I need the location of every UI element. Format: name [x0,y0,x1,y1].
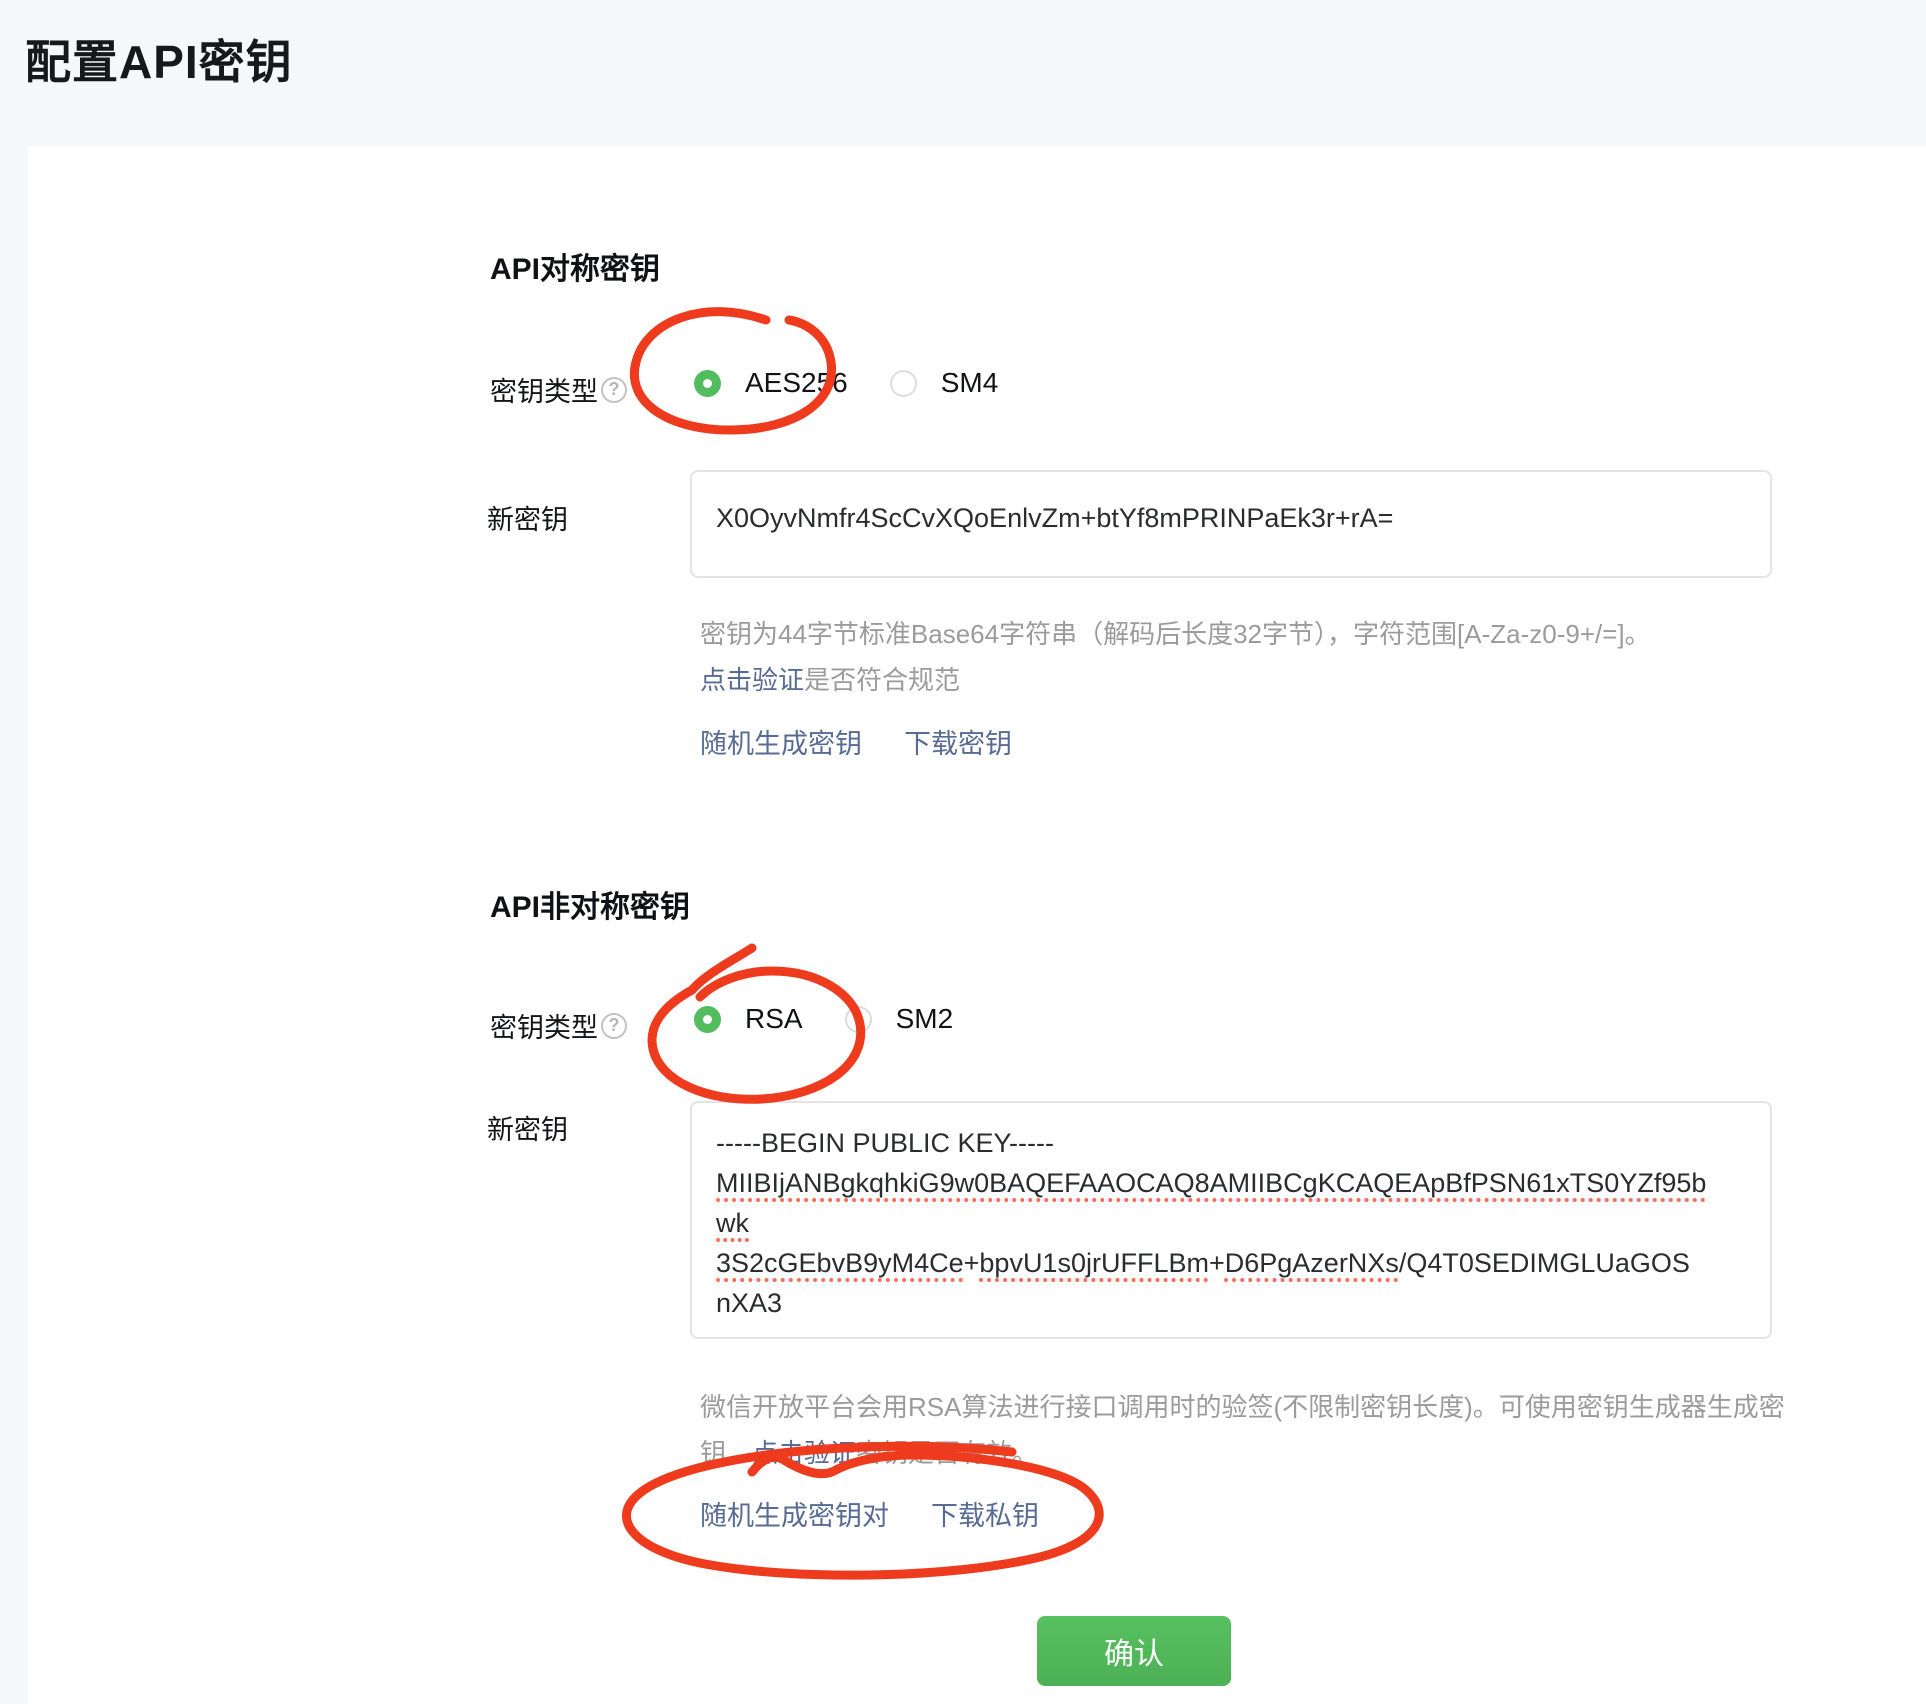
help-icon[interactable]: ? [601,377,627,403]
verify-key-link[interactable]: 点击验证 [752,1438,856,1468]
radio-unselected-icon [890,370,917,397]
asymmetric-key-links: 随机生成密钥对 下载私钥 [700,1494,1039,1533]
symmetric-key-links: 随机生成密钥 下载密钥 [700,722,1012,761]
radio-sm2-label: SM2 [896,1003,954,1035]
new-key-label-symmetric: 新密钥 [487,498,568,537]
symmetric-verify-line: 点击验证是否符合规范 [700,660,960,697]
help-text-after: 密钥是否有效。 [856,1438,1038,1468]
page-title: 配置API密钥 [25,26,293,92]
help-icon[interactable]: ? [601,1013,627,1039]
symmetric-key-type-radios: AES256 SM4 [694,361,998,405]
radio-selected-icon [694,370,721,397]
confirm-button[interactable]: 确认 [1037,1616,1231,1686]
asymmetric-key-help-text: 微信开放平台会用RSA算法进行接口调用时的验签(不限制密钥长度)。可使用密钥生成… [700,1384,1800,1476]
key-type-label-text: 密钥类型 [490,370,598,409]
radio-aes256-label: AES256 [745,367,848,399]
download-private-key-link[interactable]: 下载私钥 [931,1494,1039,1533]
radio-unselected-icon [845,1006,872,1033]
key-type-label-symmetric: 密钥类型 ? [490,370,627,409]
generate-keypair-link[interactable]: 随机生成密钥对 [700,1494,889,1533]
new-key-label-asymmetric: 新密钥 [487,1108,568,1147]
asymmetric-key-input[interactable]: -----BEGIN PUBLIC KEY-----MIIBIjANBgkqhk… [690,1101,1772,1339]
generate-key-link[interactable]: 随机生成密钥 [700,722,862,761]
radio-aes256[interactable]: AES256 [694,367,848,399]
radio-sm4-label: SM4 [941,367,999,399]
key-type-label-text: 密钥类型 [490,1006,598,1045]
download-key-link[interactable]: 下载密钥 [904,722,1012,761]
symmetric-section-title: API对称密钥 [490,244,660,288]
verify-key-link[interactable]: 点击验证 [700,665,804,695]
radio-sm4[interactable]: SM4 [890,367,999,399]
symmetric-key-input[interactable]: X0OyvNmfr4ScCvXQoEnlvZm+btYf8mPRINPaEk3r… [690,470,1772,578]
radio-selected-icon [694,1006,721,1033]
radio-rsa[interactable]: RSA [694,1003,803,1035]
symmetric-key-help-text: 密钥为44字节标准Base64字符串（解码后长度32字节），字符范围[A-Za-… [700,614,1651,651]
verify-suffix-text: 是否符合规范 [804,665,960,695]
key-type-label-asymmetric: 密钥类型 ? [490,1006,627,1045]
asymmetric-key-type-radios: RSA SM2 [694,997,953,1041]
radio-sm2[interactable]: SM2 [845,1003,954,1035]
asymmetric-section-title: API非对称密钥 [490,882,690,926]
config-card: API对称密钥 密钥类型 ? AES256 SM4 新密钥 X0OyvNmfr4… [28,146,1926,1704]
radio-rsa-label: RSA [745,1003,803,1035]
